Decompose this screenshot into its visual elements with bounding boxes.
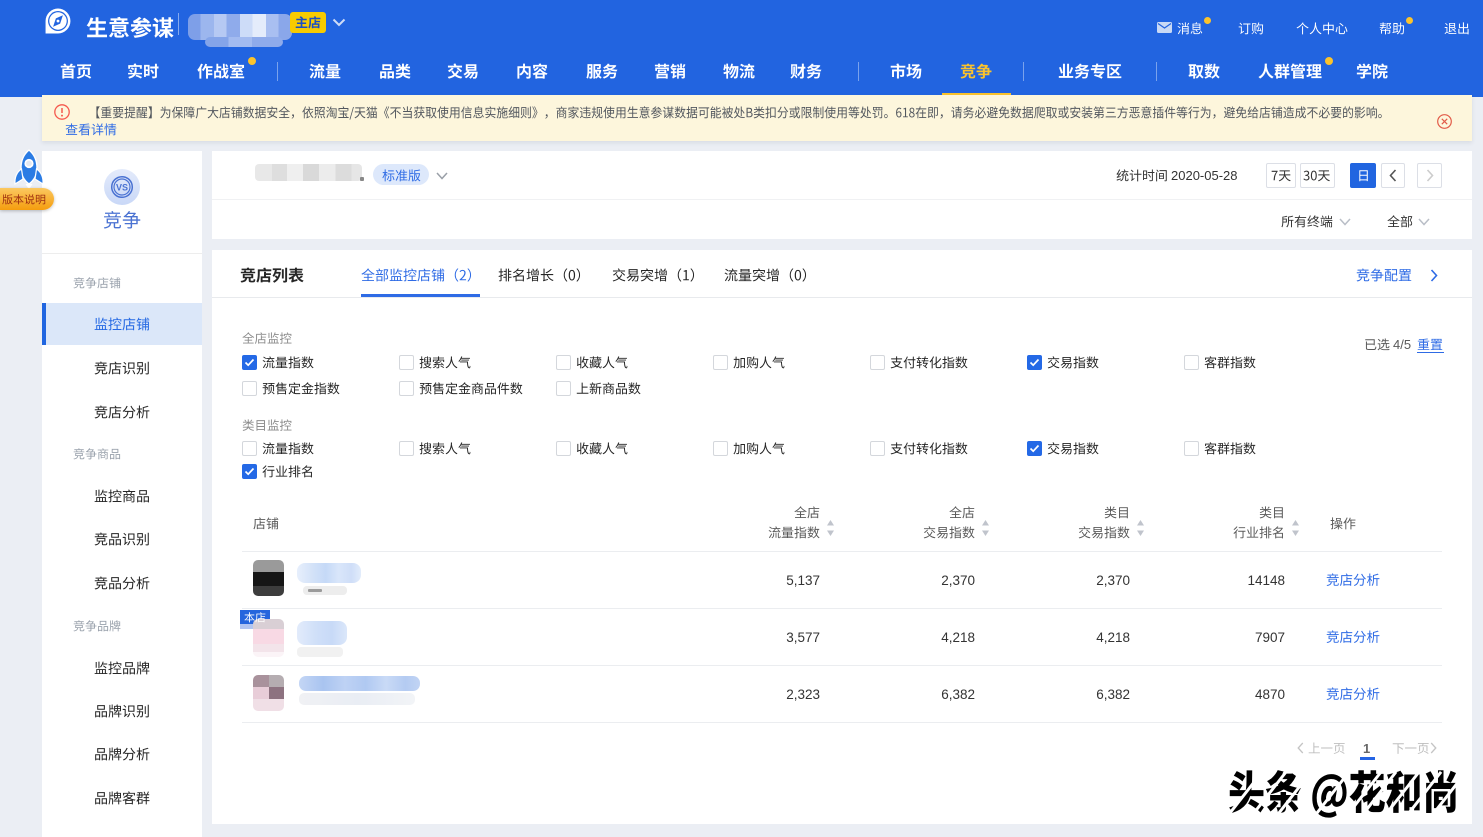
svg-text:VS: VS	[116, 183, 128, 193]
